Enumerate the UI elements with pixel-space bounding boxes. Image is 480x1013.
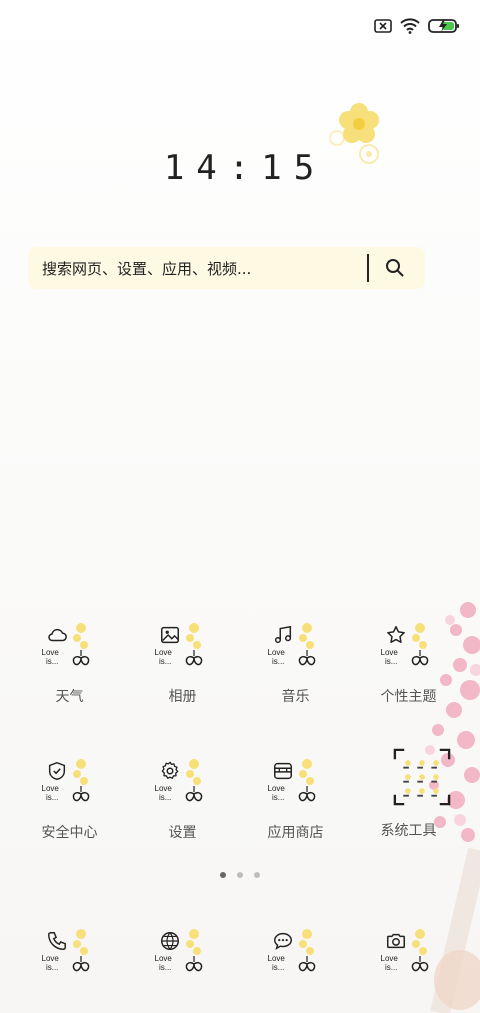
flower-ribbon-icon	[72, 929, 89, 972]
love-is-text: Love is...	[380, 648, 398, 666]
flower-ribbon-icon	[411, 623, 428, 666]
clock-time[interactable]: 14:15	[160, 148, 330, 188]
love-is-text: Love is...	[380, 954, 398, 972]
app-label: 应用商店	[267, 825, 324, 841]
camera-icon	[386, 933, 405, 949]
love-is-text: Love is...	[41, 954, 59, 972]
love-is-text: Love is...	[41, 784, 59, 802]
status-bar	[374, 14, 460, 38]
battery-charging-icon	[428, 18, 460, 34]
folder-system-tools[interactable]: 系统工具	[352, 748, 465, 840]
app-store[interactable]: Love is... 应用商店	[239, 756, 352, 842]
dock-browser[interactable]: Love is...	[126, 926, 239, 986]
app-icon[interactable]: Love is...	[264, 620, 328, 680]
page-indicator[interactable]	[0, 872, 480, 878]
phone-icon	[47, 932, 66, 950]
app-icon[interactable]: Love is...	[151, 756, 215, 816]
app-icon[interactable]: Love is...	[377, 926, 441, 986]
app-icon[interactable]: Love is...	[151, 926, 215, 986]
love-is-text: Love is...	[154, 784, 172, 802]
globe-icon	[160, 932, 179, 950]
dock-camera[interactable]: Love is...	[352, 926, 465, 986]
search-bar[interactable]: 搜索网页、设置、应用、视频...	[28, 247, 425, 289]
love-is-text: Love is...	[267, 784, 285, 802]
love-is-text: Love is...	[267, 648, 285, 666]
flower-ribbon-icon	[185, 623, 202, 666]
love-is-text: Love is...	[154, 954, 172, 972]
app-label: 设置	[168, 825, 197, 841]
app-icon[interactable]: Love is...	[264, 756, 328, 816]
dock-messages[interactable]: Love is...	[239, 926, 352, 986]
app-label: 音乐	[281, 689, 310, 705]
shield-icon	[48, 761, 65, 781]
flower-ribbon-icon	[298, 623, 315, 666]
search-icon[interactable]	[385, 258, 405, 278]
app-label: 系统工具	[380, 823, 437, 839]
app-label: 相册	[168, 689, 197, 705]
app-icon[interactable]: Love is...	[38, 620, 102, 680]
app-icon[interactable]: Love is...	[264, 926, 328, 986]
app-icon[interactable]: Love is...	[151, 620, 215, 680]
app-icon[interactable]: Love is...	[377, 620, 441, 680]
app-weather[interactable]: Love is... 天气	[13, 620, 126, 706]
app-icon[interactable]: Love is...	[38, 756, 102, 816]
app-label: 天气	[55, 689, 84, 705]
dock-phone[interactable]: Love is...	[13, 926, 126, 986]
love-is-text: Love is...	[154, 648, 172, 666]
cloud-icon	[47, 628, 67, 642]
app-label: 安全中心	[41, 825, 98, 841]
flower-ribbon-icon	[298, 759, 315, 802]
search-placeholder[interactable]: 搜索网页、设置、应用、视频...	[42, 258, 367, 279]
search-divider	[367, 254, 369, 282]
page-dot-2[interactable]	[237, 872, 243, 878]
gear-icon	[161, 761, 178, 779]
flower-ribbon-icon	[411, 929, 428, 972]
app-music[interactable]: Love is... 音乐	[239, 620, 352, 706]
star-icon	[386, 626, 405, 643]
image-icon	[160, 626, 179, 644]
store-icon	[273, 762, 292, 780]
app-label: 个性主题	[380, 689, 437, 705]
flower-ribbon-icon	[72, 759, 89, 802]
page-dot-3[interactable]	[254, 872, 260, 878]
folder-icon[interactable]	[377, 748, 450, 816]
chat-icon	[273, 932, 292, 950]
no-sim-icon	[374, 19, 392, 33]
music-note-icon	[274, 625, 291, 644]
page-dot-1[interactable]	[220, 872, 226, 878]
app-settings[interactable]: Love is... 设置	[126, 756, 239, 842]
wifi-icon	[400, 18, 420, 34]
app-themes[interactable]: Love is... 个性主题	[352, 620, 465, 706]
flower-ribbon-icon	[298, 929, 315, 972]
flower-ribbon-icon	[72, 623, 89, 666]
love-is-text: Love is...	[41, 648, 59, 666]
flower-ribbon-icon	[185, 759, 202, 802]
app-icon[interactable]: Love is...	[38, 926, 102, 986]
flower-ribbon-icon	[185, 929, 202, 972]
app-gallery[interactable]: Love is... 相册	[126, 620, 239, 706]
love-is-text: Love is...	[267, 954, 285, 972]
app-security[interactable]: Love is... 安全中心	[13, 756, 126, 842]
